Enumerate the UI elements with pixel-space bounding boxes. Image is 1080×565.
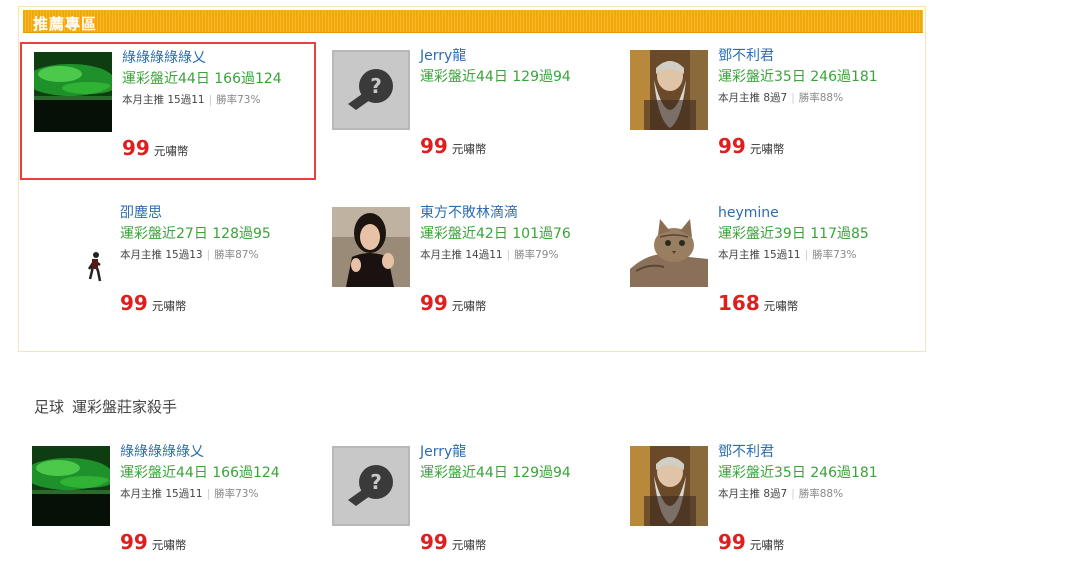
monthly-record: 本月主推 15過11 | 勝率73% [120, 484, 316, 504]
price[interactable]: 99 元嘯幣 [120, 530, 186, 554]
divider: | [506, 249, 511, 261]
price-unit: 元嘯幣 [763, 299, 799, 313]
avatar[interactable] [32, 446, 110, 526]
expert-record: 運彩盤近42日 101過76 [420, 226, 571, 242]
price-amount: 99 [718, 530, 746, 554]
price[interactable]: 99 元嘯幣 [120, 291, 186, 315]
expert-name[interactable]: 綠綠綠綠綠乂 [122, 48, 318, 68]
svg-text:?: ? [370, 74, 382, 98]
price[interactable]: 99 元嘯幣 [420, 291, 486, 315]
expert-card[interactable]: 鄧不利君 運彩盤近35日 246過181 本月主推 8過7 | 勝率88% 99 元嘯… [618, 438, 914, 565]
monthly-record: 本月主推 15過11 | 勝率73% [122, 90, 318, 110]
price[interactable]: 99 元嘯幣 [420, 134, 486, 158]
price-unit: 元嘯幣 [151, 538, 187, 552]
price-unit: 元嘯幣 [451, 299, 487, 313]
expert-name[interactable]: 綠綠綠綠綠乂 [120, 442, 316, 462]
divider: | [206, 249, 211, 261]
recommended-title: 推薦專區 [33, 15, 98, 33]
expert-card[interactable]: 綠綠綠綠綠乂 運彩盤近44日 166過124 本月主推 15過11 | 勝率73% … [20, 42, 316, 180]
expert-record: 運彩盤近27日 128過95 [120, 226, 271, 242]
price-amount: 99 [122, 136, 150, 160]
win-rate: 勝率88% [798, 488, 844, 500]
win-rate: 勝率73% [214, 488, 259, 500]
monthly-picks: 本月主推 15過11 [718, 249, 801, 261]
monthly-record: 本月主推 15過13 | 勝率87% [120, 245, 316, 265]
divider: | [206, 488, 211, 500]
win-rate: 勝率73% [812, 249, 857, 261]
price-amount: 99 [120, 291, 148, 315]
win-rate: 勝率87% [214, 249, 259, 261]
expert-record: 運彩盤近44日 166過124 [122, 71, 282, 87]
price-amount: 168 [718, 291, 760, 315]
recommended-header: 推薦專區 [23, 10, 923, 33]
expert-name[interactable]: 東方不敗林滴滴 [420, 203, 616, 223]
monthly-record: 本月主推 8過7 | 勝率88% [718, 88, 914, 108]
price-unit: 元嘯幣 [451, 538, 487, 552]
price[interactable]: 99 元嘯幣 [718, 134, 784, 158]
expert-record: 運彩盤近44日 129過94 [420, 465, 571, 481]
monthly-picks: 本月主推 8過7 [718, 488, 788, 500]
price-amount: 99 [420, 530, 448, 554]
avatar[interactable] [32, 207, 110, 287]
monthly-picks: 本月主推 15過11 [120, 488, 203, 500]
expert-name[interactable]: 鄧不利君 [718, 442, 914, 462]
monthly-picks: 本月主推 15過11 [122, 94, 205, 106]
monthly-picks: 本月主推 15過13 [120, 249, 203, 261]
section-title: 運彩盤莊家殺手 [72, 398, 178, 416]
win-rate: 勝率73% [216, 94, 261, 106]
expert-name[interactable]: Jerry龍 [420, 442, 616, 462]
expert-record: 運彩盤近39日 117過85 [718, 226, 869, 242]
avatar[interactable] [332, 207, 410, 287]
price[interactable]: 99 元嘯幣 [420, 530, 486, 554]
price-unit: 元嘯幣 [451, 142, 487, 156]
monthly-record: 本月主推 8過7 | 勝率88% [718, 484, 914, 504]
expert-card[interactable]: ? Jerry龍 運彩盤近44日 129過94 99 元嘯幣 [320, 438, 616, 565]
monthly-record: 本月主推 14過11 | 勝率79% [420, 245, 616, 265]
price-unit: 元嘯幣 [749, 538, 785, 552]
win-rate: 勝率88% [798, 92, 844, 104]
monthly-record: 本月主推 15過11 | 勝率73% [718, 245, 914, 265]
divider: | [804, 249, 809, 261]
price[interactable]: 99 元嘯幣 [718, 530, 784, 554]
avatar[interactable] [34, 52, 112, 132]
avatar[interactable] [630, 207, 708, 287]
expert-record: 運彩盤近35日 246過181 [718, 465, 878, 481]
expert-card[interactable]: 鄧不利君 運彩盤近35日 246過181 本月主推 8過7 | 勝率88% 99 元嘯… [618, 42, 914, 180]
section-heading: 足球 運彩盤莊家殺手 [34, 396, 177, 417]
expert-record: 運彩盤近44日 166過124 [120, 465, 280, 481]
avatar-placeholder-icon[interactable]: ? [332, 50, 410, 130]
price-amount: 99 [420, 291, 448, 315]
avatar-placeholder-icon[interactable]: ? [332, 446, 410, 526]
expert-name[interactable]: 卲塵思 [120, 203, 316, 223]
section-sport: 足球 [34, 398, 65, 416]
expert-record: 運彩盤近35日 246過181 [718, 69, 878, 85]
divider: | [791, 92, 795, 104]
expert-card[interactable]: ? Jerry龍 運彩盤近44日 129過94 99 元嘯幣 [320, 42, 616, 180]
divider: | [791, 488, 795, 500]
price[interactable]: 168 元嘯幣 [718, 291, 798, 315]
avatar[interactable] [630, 50, 708, 130]
price-unit: 元嘯幣 [153, 144, 189, 158]
expert-card[interactable]: 東方不敗林滴滴 運彩盤近42日 101過76 本月主推 14過11 | 勝率79% … [320, 199, 616, 337]
price-amount: 99 [120, 530, 148, 554]
win-rate: 勝率79% [514, 249, 559, 261]
price-unit: 元嘯幣 [151, 299, 187, 313]
svg-text:?: ? [370, 470, 382, 494]
expert-name[interactable]: heymine [718, 203, 914, 223]
monthly-picks: 本月主推 14過11 [420, 249, 503, 261]
monthly-picks: 本月主推 8過7 [718, 92, 788, 104]
avatar[interactable] [630, 446, 708, 526]
expert-name[interactable]: Jerry龍 [420, 46, 616, 66]
expert-card[interactable]: heymine 運彩盤近39日 117過85 本月主推 15過11 | 勝率73% … [618, 199, 914, 337]
expert-record: 運彩盤近44日 129過94 [420, 69, 571, 85]
expert-card[interactable]: 卲塵思 運彩盤近27日 128過95 本月主推 15過13 | 勝率87% 99 元嘯… [20, 199, 316, 337]
expert-card[interactable]: 綠綠綠綠綠乂 運彩盤近44日 166過124 本月主推 15過11 | 勝率73% … [20, 438, 316, 565]
divider: | [208, 94, 213, 106]
price-unit: 元嘯幣 [749, 142, 785, 156]
price-amount: 99 [718, 134, 746, 158]
price-amount: 99 [420, 134, 448, 158]
expert-name[interactable]: 鄧不利君 [718, 46, 914, 66]
price[interactable]: 99 元嘯幣 [122, 136, 188, 160]
